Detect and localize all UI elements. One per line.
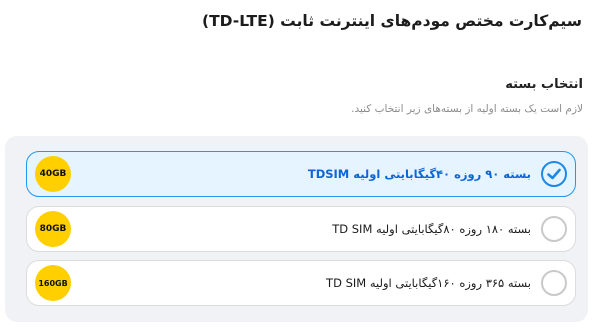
package-option-80gb[interactable]: بسته ۱۸۰ روزه ۸۰گیگابایتی اولیه TD SIM 8… (26, 206, 576, 252)
package-option-40gb[interactable]: بسته ۹۰ روزه ۴۰گیگابایتی اولیه TDSIM 40G… (26, 151, 576, 197)
radio-empty-icon[interactable] (541, 270, 567, 296)
radio-empty-icon[interactable] (541, 216, 567, 242)
package-option-160gb[interactable]: بسته ۳۶۵ روزه ۱۶۰گیگابایتی اولیه TD SIM … (26, 260, 576, 306)
check-circle-icon[interactable] (541, 161, 567, 187)
package-label: بسته ۱۸۰ روزه ۸۰گیگابایتی اولیه TD SIM (332, 222, 531, 236)
package-list: بسته ۹۰ روزه ۴۰گیگابایتی اولیه TDSIM 40G… (5, 136, 588, 322)
section-title: انتخاب بسته (505, 77, 583, 92)
package-label: بسته ۹۰ روزه ۴۰گیگابایتی اولیه TDSIM (307, 167, 531, 181)
section-subtitle: لازم است یک بسته اولیه از بسته‌های زیر ا… (351, 103, 583, 115)
package-volume-badge: 80GB (35, 211, 71, 247)
package-volume-badge: 40GB (35, 156, 71, 192)
page-title: سیم‌کارت مختص مودم‌های اینترنت ثابت (TD-… (201, 12, 582, 30)
package-label: بسته ۳۶۵ روزه ۱۶۰گیگابایتی اولیه TD SIM (326, 276, 531, 290)
package-volume-badge: 160GB (35, 265, 71, 301)
